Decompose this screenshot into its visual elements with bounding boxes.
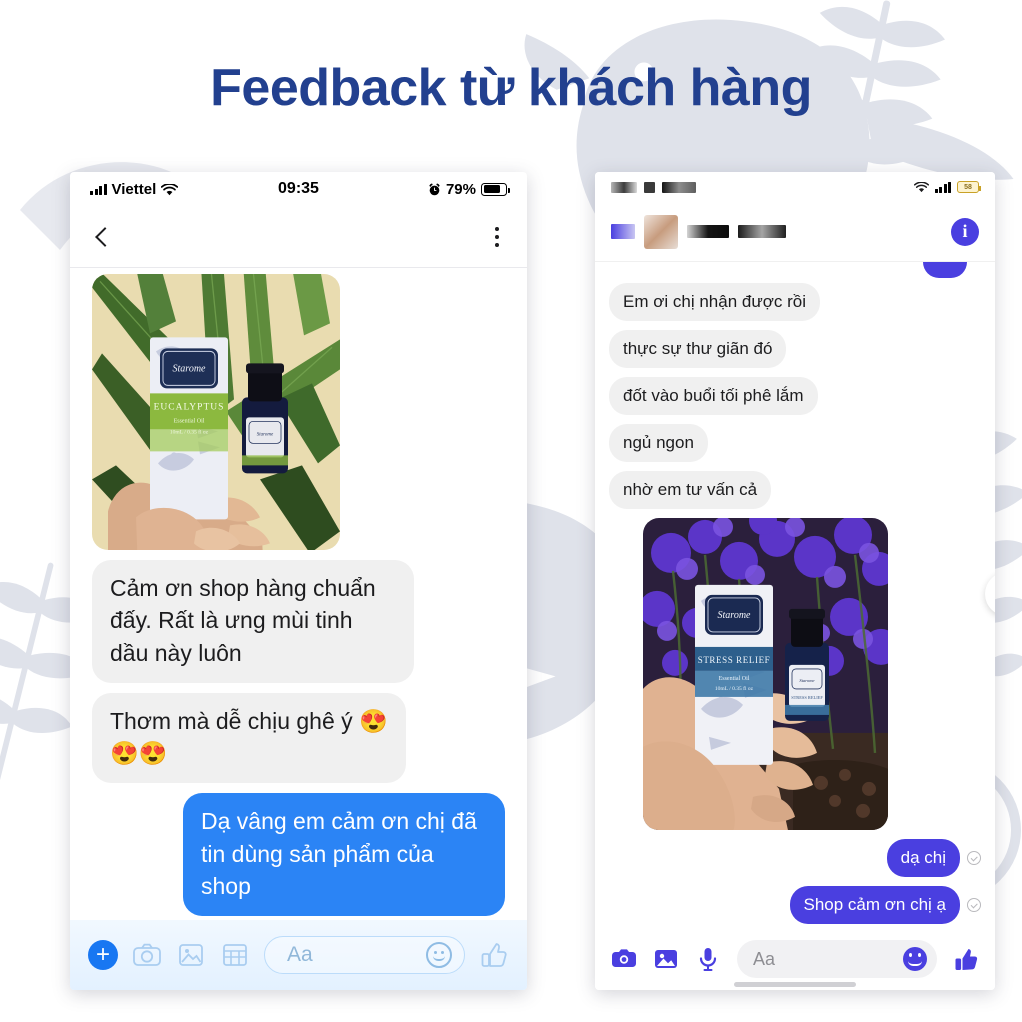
pencil-edit-icon[interactable] (985, 572, 995, 616)
message-input-placeholder: Aa (287, 943, 313, 966)
left-nav-bar (70, 206, 527, 268)
kebab-menu-icon[interactable] (495, 226, 499, 247)
partial-outgoing-bubble (923, 262, 967, 278)
message-text: Thơm mà dễ chịu ghê ý 😍 (110, 707, 388, 734)
svg-text:Starome: Starome (173, 363, 207, 374)
info-circle-icon[interactable]: i (951, 217, 979, 246)
gallery-icon[interactable] (653, 946, 679, 972)
svg-text:Essential Oil: Essential Oil (174, 418, 205, 424)
message-bubble-outgoing[interactable]: dạ chị (886, 838, 960, 877)
smiley-icon[interactable] (903, 947, 927, 971)
camera-icon[interactable] (132, 940, 162, 970)
message-bubble-outgoing[interactable]: Dạ vâng em cảm ơn chị đã tin dùng sản ph… (183, 793, 505, 916)
left-composer-bar: + Aa (70, 920, 527, 990)
message-bubble-incoming[interactable]: Cảm ơn shop hàng chuẩn đấy. Rất là ưng m… (92, 559, 414, 683)
message-bubble-outgoing[interactable]: Shop cảm ơn chị ạ (789, 885, 960, 924)
svg-text:EUCALYPTUS: EUCALYPTUS (154, 402, 225, 412)
page-title: Feedback từ khách hàng (210, 59, 812, 117)
message-bubble-incoming[interactable]: nhờ em tư vấn cả (609, 470, 772, 509)
left-phone-screenshot: Viettel 09:35 79% Starome EUCALYPTUS Ess… (70, 172, 527, 990)
battery-level-label: 58 (964, 183, 972, 191)
gallery-icon[interactable] (176, 940, 206, 970)
svg-text:STRESS RELIEF: STRESS RELIEF (791, 695, 823, 700)
microphone-icon[interactable] (695, 946, 721, 972)
battery-icon (481, 182, 510, 196)
android-status-bar: 58 (595, 172, 995, 202)
svg-text:10mL / 0.35 fl oz: 10mL / 0.35 fl oz (715, 685, 754, 692)
delivered-check-icon (967, 850, 981, 865)
censored-status-text (611, 181, 696, 193)
message-bubble-incoming[interactable]: đốt vào buổi tối phê lắm (609, 376, 818, 415)
right-phone-screenshot: 58 i Em ơi chị nhận được rồi thực sự thư… (595, 172, 995, 990)
avatar (644, 214, 678, 249)
status-time: 09:35 (278, 180, 319, 197)
censored-back-icon (611, 224, 635, 239)
right-chat-header: i (595, 202, 995, 262)
alarm-clock-icon (428, 183, 441, 196)
add-attachment-button[interactable]: + (88, 940, 118, 970)
signal-bars-icon (90, 183, 107, 195)
outgoing-message-row[interactable]: Shop cảm ơn chị ạ (789, 885, 981, 924)
ios-status-bar: Viettel 09:35 79% (70, 172, 527, 206)
camera-icon[interactable] (611, 946, 637, 972)
message-emoji: 😍😍 (110, 740, 168, 767)
thumbs-up-icon[interactable] (479, 940, 509, 970)
left-message-thread[interactable]: Starome EUCALYPTUS Essential Oil 10mL / … (70, 268, 527, 920)
svg-text:Starome: Starome (799, 678, 814, 683)
right-composer-bar: Aa (595, 928, 995, 990)
signal-bars-icon (934, 181, 951, 193)
android-home-indicator (734, 982, 856, 987)
outgoing-message-row[interactable]: dạ chị (886, 838, 981, 877)
smiley-icon[interactable] (426, 942, 452, 968)
thumbs-up-icon[interactable] (953, 946, 979, 972)
svg-text:Starome: Starome (718, 610, 752, 621)
right-message-thread[interactable]: Em ơi chị nhận được rồi thực sự thư giãn… (595, 262, 995, 928)
sticker-grid-icon[interactable] (220, 940, 250, 970)
svg-text:STRESS RELIEF: STRESS RELIEF (698, 655, 771, 665)
delivered-check-icon (967, 897, 981, 912)
message-input-placeholder: Aa (753, 948, 776, 969)
message-bubble-incoming[interactable]: Em ơi chị nhận được rồi (609, 282, 820, 321)
svg-text:Essential Oil: Essential Oil (719, 676, 750, 682)
message-input[interactable]: Aa (264, 936, 465, 974)
wifi-icon (913, 181, 929, 193)
chevron-left-icon[interactable] (95, 226, 115, 247)
battery-percent-label: 79% (445, 180, 476, 198)
message-bubble-incoming[interactable]: Thơm mà dễ chịu ghê ý 😍 😍😍 (92, 692, 406, 784)
message-input[interactable]: Aa (737, 940, 937, 978)
eucalyptus-product-photo[interactable]: Starome EUCALYPTUS Essential Oil 10mL / … (92, 274, 340, 550)
wifi-icon (161, 183, 179, 196)
carrier-label: Viettel (111, 180, 157, 198)
svg-text:10mL / 0.35 fl oz: 10mL / 0.35 fl oz (170, 428, 209, 435)
message-bubble-incoming[interactable]: ngủ ngon (609, 423, 708, 462)
message-bubble-incoming[interactable]: thực sự thư giãn đó (609, 329, 787, 368)
battery-icon: 58 (957, 181, 981, 193)
svg-text:Starome: Starome (257, 432, 274, 437)
censored-contact-info[interactable] (611, 214, 941, 249)
stress-relief-product-photo[interactable]: Starome STRESS RELIEF Essential Oil 10mL… (643, 517, 888, 830)
